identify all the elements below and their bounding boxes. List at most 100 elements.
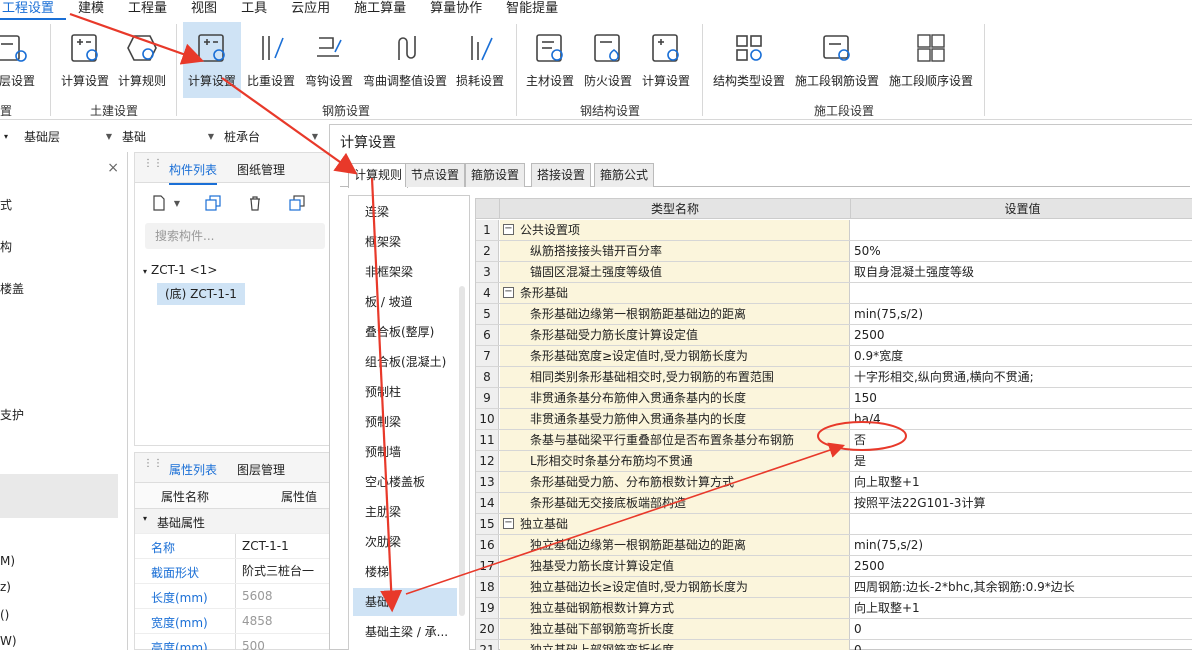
category-select[interactable]: 基础 ▼ [120,126,218,150]
category-item[interactable]: 预制柱 [349,378,457,406]
setting-value-cell[interactable]: 十字形相交,纵向贯通,横向不贯通; [851,367,1192,387]
hook-settings-button[interactable]: 弯钩设置 [302,22,356,98]
calc-rules-button[interactable]: 计算规则 [114,22,170,98]
structure-type-settings-button[interactable]: 结构类型设置 [708,22,790,98]
floor-settings-button[interactable]: 楼层设置 [0,22,42,98]
tab-property-list[interactable]: 属性列表 [169,461,218,485]
menu-collaboration[interactable]: 算量协作 [418,0,494,20]
menu-modeling[interactable]: 建模 [66,0,116,20]
setting-value-cell[interactable]: 否 [851,430,1192,450]
segment-order-settings-button[interactable]: 施工段顺序设置 [886,22,976,98]
tab-layer-manage[interactable]: 图层管理 [237,461,285,478]
grid-row[interactable]: 13 条形基础受力筋、分布筋根数计算方式 向上取整+1 [476,472,1192,493]
property-value[interactable]: ZCT-1-1 [235,534,331,558]
steel-calc-settings-button[interactable]: 计算设置 [638,22,694,98]
tab-calc-rules[interactable]: 计算规则 [348,163,409,188]
grid-row[interactable]: 7 条形基础宽度≥设定值时,受力钢筋长度为 0.9*宽度 [476,346,1192,367]
segment-rebar-settings-button[interactable]: 施工段钢筋设置 [792,22,882,98]
category-item-selected[interactable]: 基础 [353,588,457,616]
property-value[interactable]: 5608 [235,584,331,608]
setting-value-cell[interactable]: 2500 [851,556,1192,576]
property-section[interactable]: ▾ 基础属性 [135,509,329,534]
fireproof-settings-button[interactable]: 防火设置 [580,22,636,98]
duplicate-icon[interactable] [285,191,309,215]
menu-construction-quantity[interactable]: 施工算量 [342,0,418,20]
category-item[interactable]: 连梁 [349,198,457,226]
setting-value-cell[interactable]: 向上取整+1 [851,598,1192,618]
bend-adjust-settings-button[interactable]: 弯曲调整值设置 [360,22,450,98]
setting-value-cell[interactable]: 取自身混凝土强度等级 [851,262,1192,282]
collapse-icon[interactable]: − [503,518,514,529]
grid-row[interactable]: 18 独立基础边长≥设定值时,受力钢筋长度为 四周钢筋:边长-2*bhc,其余钢筋:… [476,577,1192,598]
setting-value-cell[interactable]: 150 [851,388,1192,408]
tab-drawing-manage[interactable]: 图纸管理 [237,161,285,178]
setting-value-cell[interactable]: 50% [851,241,1192,261]
setting-value-cell[interactable]: 四周钢筋:边长-2*bhc,其余钢筋:0.9*边长 [851,577,1192,597]
menu-smart-extract[interactable]: 智能提量 [494,0,570,20]
category-item[interactable]: 框架梁 [349,228,457,256]
tree-child-item-selected[interactable]: (底) ZCT-1-1 [157,283,245,305]
nav-item-selected[interactable] [0,474,118,518]
grid-row[interactable]: 6 条形基础受力筋长度计算设定值 2500 [476,325,1192,346]
tab-lap-settings[interactable]: 搭接设置 [531,163,592,187]
setting-value-cell[interactable]: min(75,s/2) [851,535,1192,555]
menu-cloud[interactable]: 云应用 [279,0,342,20]
category-item[interactable]: 楼梯 [349,558,457,586]
drag-handle-icon[interactable]: ⋮⋮ [143,159,163,175]
loss-settings-button[interactable]: 损耗设置 [452,22,508,98]
grid-section-row[interactable]: 1− 公共设置项 [476,220,1192,241]
property-value[interactable]: 阶式三桩台一 [235,559,331,583]
category-item[interactable]: 非框架梁 [349,258,457,286]
category-item[interactable]: 空心楼盖板 [349,468,457,496]
grid-row[interactable]: 5 条形基础边缘第一根钢筋距基础边的距离 min(75,s/2) [476,304,1192,325]
nav-item[interactable]: 构 [0,238,12,255]
grid-section-row[interactable]: 15− 独立基础 [476,514,1192,535]
category-item[interactable]: 叠合板(整厚) [349,318,457,346]
collapse-icon[interactable]: − [503,224,514,235]
menu-tools[interactable]: 工具 [229,0,279,20]
category-item[interactable]: 预制墙 [349,438,457,466]
chevron-down-icon[interactable]: ▼ [171,191,183,215]
nav-item[interactable]: () [0,608,9,622]
grid-row[interactable]: 12 L形相交时条基分布筋均不贯通 是 [476,451,1192,472]
category-item[interactable]: 板 / 坡道 [349,288,457,316]
setting-value-cell[interactable] [851,283,1192,303]
grid-row[interactable]: 14 条形基础无交接底板端部构造 按照平法22G101-3计算 [476,493,1192,514]
grid-row[interactable]: 20 独立基础下部钢筋弯折长度 0 [476,619,1192,640]
nav-item[interactable]: W) [0,634,17,648]
grid-row[interactable]: 10 非贯通条基受力筋伸入贯通条基内的长度 ha/4 [476,409,1192,430]
category-item[interactable]: 主肋梁 [349,498,457,526]
main-material-settings-button[interactable]: 主材设置 [522,22,578,98]
category-item[interactable]: 预制梁 [349,408,457,436]
grid-section-row[interactable]: 4− 条形基础 [476,283,1192,304]
tab-stirrup-settings[interactable]: 箍筋设置 [465,163,526,187]
category-item[interactable]: 基础主梁 / 承... [349,618,457,646]
setting-value-cell[interactable]: ha/4 [851,409,1192,429]
setting-value-cell[interactable]: 0.9*宽度 [851,346,1192,366]
setting-value-cell[interactable] [851,220,1192,240]
nav-item[interactable]: M) [0,554,15,568]
property-value[interactable]: 4858 [235,609,331,633]
category-scrollbar[interactable] [459,286,465,616]
property-value[interactable]: 500 [235,634,331,650]
collapse-icon[interactable]: − [503,287,514,298]
component-search-input[interactable]: 搜索构件... [145,223,325,249]
grid-row[interactable]: 8 相同类别条形基础相交时,受力钢筋的布置范围 十字形相交,纵向贯通,横向不贯通; [476,367,1192,388]
grid-row[interactable]: 16 独立基础边缘第一根钢筋距基础边的距离 min(75,s/2) [476,535,1192,556]
copy-icon[interactable] [201,191,225,215]
close-icon[interactable]: × [107,160,119,176]
delete-icon[interactable] [243,191,267,215]
drag-handle-icon[interactable]: ⋮⋮ [143,459,163,475]
tree-parent-item[interactable]: ▾ ZCT-1 <1> [143,263,217,277]
nav-item[interactable]: 支护 [0,406,24,423]
menu-view[interactable]: 视图 [179,0,229,20]
setting-value-cell[interactable]: 0 [851,619,1192,639]
nav-item[interactable]: 楼盖 [0,280,24,297]
tab-node-settings[interactable]: 节点设置 [405,163,466,187]
setting-value-cell[interactable]: 按照平法22G101-3计算 [851,493,1192,513]
grid-row[interactable]: 17 独基受力筋长度计算设定值 2500 [476,556,1192,577]
rebar-calc-settings-button[interactable]: 计算设置 [183,22,241,98]
category-item[interactable]: 组合板(混凝土) [349,348,457,376]
setting-value-cell[interactable]: 向上取整+1 [851,472,1192,492]
setting-value-cell[interactable]: 2500 [851,325,1192,345]
